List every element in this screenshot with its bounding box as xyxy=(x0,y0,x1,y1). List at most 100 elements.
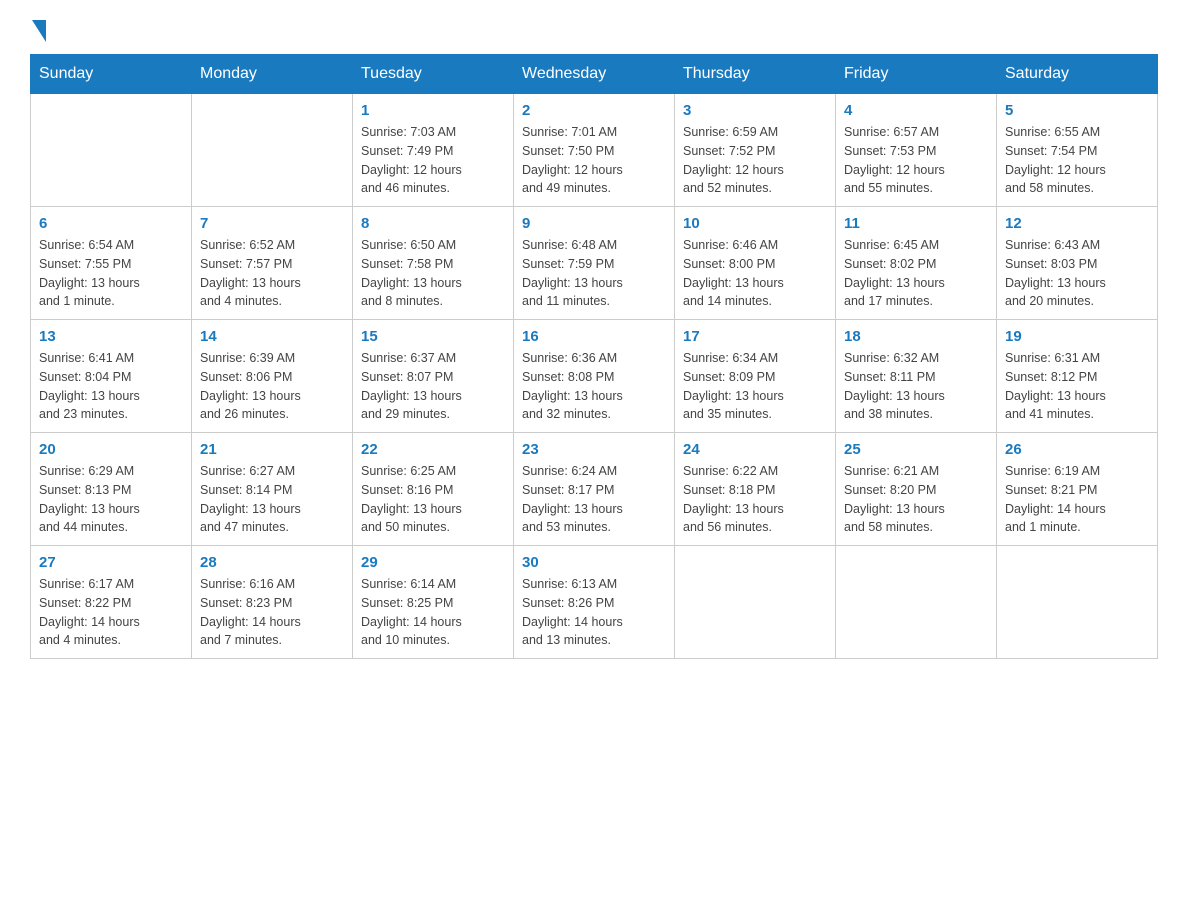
day-info: Sunrise: 6:31 AMSunset: 8:12 PMDaylight:… xyxy=(1005,349,1149,424)
day-number: 6 xyxy=(39,215,183,232)
day-info: Sunrise: 6:54 AMSunset: 7:55 PMDaylight:… xyxy=(39,236,183,311)
day-number: 15 xyxy=(361,328,505,345)
col-saturday: Saturday xyxy=(997,55,1158,94)
calendar-cell: 19 Sunrise: 6:31 AMSunset: 8:12 PMDayligh… xyxy=(997,320,1158,433)
day-number: 21 xyxy=(200,441,344,458)
calendar-cell: 17 Sunrise: 6:34 AMSunset: 8:09 PMDayligh… xyxy=(675,320,836,433)
col-thursday: Thursday xyxy=(675,55,836,94)
col-wednesday: Wednesday xyxy=(514,55,675,94)
day-info: Sunrise: 6:27 AMSunset: 8:14 PMDaylight:… xyxy=(200,462,344,537)
day-number: 20 xyxy=(39,441,183,458)
calendar-cell: 30 Sunrise: 6:13 AMSunset: 8:26 PMDayligh… xyxy=(514,546,675,659)
calendar-week-row: 13 Sunrise: 6:41 AMSunset: 8:04 PMDayligh… xyxy=(31,320,1158,433)
calendar-cell: 21 Sunrise: 6:27 AMSunset: 8:14 PMDayligh… xyxy=(192,433,353,546)
day-info: Sunrise: 6:48 AMSunset: 7:59 PMDaylight:… xyxy=(522,236,666,311)
day-number: 13 xyxy=(39,328,183,345)
day-info: Sunrise: 6:36 AMSunset: 8:08 PMDaylight:… xyxy=(522,349,666,424)
calendar-cell: 3Sunrise: 6:59 AMSunset: 7:52 PMDaylight… xyxy=(675,94,836,207)
day-info: Sunrise: 6:25 AMSunset: 8:16 PMDaylight:… xyxy=(361,462,505,537)
day-info: Sunrise: 6:34 AMSunset: 8:09 PMDaylight:… xyxy=(683,349,827,424)
col-friday: Friday xyxy=(836,55,997,94)
day-info: Sunrise: 6:13 AMSunset: 8:26 PMDaylight:… xyxy=(522,575,666,650)
calendar-cell: 12 Sunrise: 6:43 AMSunset: 8:03 PMDayligh… xyxy=(997,207,1158,320)
calendar-cell xyxy=(192,94,353,207)
calendar-cell: 1 Sunrise: 7:03 AMSunset: 7:49 PMDaylight… xyxy=(353,94,514,207)
day-info: Sunrise: 6:37 AMSunset: 8:07 PMDaylight:… xyxy=(361,349,505,424)
calendar-cell: 13 Sunrise: 6:41 AMSunset: 8:04 PMDayligh… xyxy=(31,320,192,433)
day-number: 2 xyxy=(522,102,666,119)
day-info: Sunrise: 6:39 AMSunset: 8:06 PMDaylight:… xyxy=(200,349,344,424)
day-info: Sunrise: 6:32 AMSunset: 8:11 PMDaylight:… xyxy=(844,349,988,424)
day-number: 14 xyxy=(200,328,344,345)
calendar-cell: 15 Sunrise: 6:37 AMSunset: 8:07 PMDayligh… xyxy=(353,320,514,433)
day-number: 17 xyxy=(683,328,827,345)
day-info: Sunrise: 6:41 AMSunset: 8:04 PMDaylight:… xyxy=(39,349,183,424)
day-info: Sunrise: 6:57 AMSunset: 7:53 PMDaylight:… xyxy=(844,123,988,198)
calendar-cell: 7 Sunrise: 6:52 AMSunset: 7:57 PMDaylight… xyxy=(192,207,353,320)
day-info: Sunrise: 7:01 AMSunset: 7:50 PMDaylight:… xyxy=(522,123,666,198)
calendar-cell: 28Sunrise: 6:16 AMSunset: 8:23 PMDayligh… xyxy=(192,546,353,659)
day-info: Sunrise: 6:17 AMSunset: 8:22 PMDaylight:… xyxy=(39,575,183,650)
day-number: 8 xyxy=(361,215,505,232)
calendar-cell: 5 Sunrise: 6:55 AMSunset: 7:54 PMDaylight… xyxy=(997,94,1158,207)
calendar-cell: 2 Sunrise: 7:01 AMSunset: 7:50 PMDaylight… xyxy=(514,94,675,207)
calendar-cell xyxy=(997,546,1158,659)
calendar-cell xyxy=(836,546,997,659)
calendar-cell: 6 Sunrise: 6:54 AMSunset: 7:55 PMDaylight… xyxy=(31,207,192,320)
day-number: 1 xyxy=(361,102,505,119)
day-info: Sunrise: 6:45 AMSunset: 8:02 PMDaylight:… xyxy=(844,236,988,311)
day-number: 25 xyxy=(844,441,988,458)
logo-arrow-icon xyxy=(32,20,46,42)
col-sunday: Sunday xyxy=(31,55,192,94)
col-monday: Monday xyxy=(192,55,353,94)
calendar-table: Sunday Monday Tuesday Wednesday Thursday… xyxy=(30,54,1158,659)
calendar-week-row: 1 Sunrise: 7:03 AMSunset: 7:49 PMDaylight… xyxy=(31,94,1158,207)
day-number: 10 xyxy=(683,215,827,232)
day-number: 22 xyxy=(361,441,505,458)
calendar-cell: 4Sunrise: 6:57 AMSunset: 7:53 PMDaylight… xyxy=(836,94,997,207)
page-header xyxy=(30,20,1158,34)
day-number: 24 xyxy=(683,441,827,458)
day-number: 7 xyxy=(200,215,344,232)
day-number: 18 xyxy=(844,328,988,345)
day-info: Sunrise: 6:21 AMSunset: 8:20 PMDaylight:… xyxy=(844,462,988,537)
day-number: 27 xyxy=(39,554,183,571)
col-tuesday: Tuesday xyxy=(353,55,514,94)
calendar-cell: 26Sunrise: 6:19 AMSunset: 8:21 PMDayligh… xyxy=(997,433,1158,546)
calendar-cell: 16Sunrise: 6:36 AMSunset: 8:08 PMDayligh… xyxy=(514,320,675,433)
calendar-cell: 20 Sunrise: 6:29 AMSunset: 8:13 PMDayligh… xyxy=(31,433,192,546)
day-number: 26 xyxy=(1005,441,1149,458)
day-number: 28 xyxy=(200,554,344,571)
day-info: Sunrise: 6:50 AMSunset: 7:58 PMDaylight:… xyxy=(361,236,505,311)
calendar-header-row: Sunday Monday Tuesday Wednesday Thursday… xyxy=(31,55,1158,94)
day-number: 23 xyxy=(522,441,666,458)
day-number: 9 xyxy=(522,215,666,232)
calendar-cell: 10Sunrise: 6:46 AMSunset: 8:00 PMDayligh… xyxy=(675,207,836,320)
day-info: Sunrise: 6:43 AMSunset: 8:03 PMDaylight:… xyxy=(1005,236,1149,311)
day-number: 30 xyxy=(522,554,666,571)
day-number: 5 xyxy=(1005,102,1149,119)
day-info: Sunrise: 6:24 AMSunset: 8:17 PMDaylight:… xyxy=(522,462,666,537)
day-number: 29 xyxy=(361,554,505,571)
day-number: 3 xyxy=(683,102,827,119)
calendar-cell: 24 Sunrise: 6:22 AMSunset: 8:18 PMDayligh… xyxy=(675,433,836,546)
logo xyxy=(30,20,46,34)
calendar-cell: 23 Sunrise: 6:24 AMSunset: 8:17 PMDayligh… xyxy=(514,433,675,546)
calendar-cell: 27 Sunrise: 6:17 AMSunset: 8:22 PMDayligh… xyxy=(31,546,192,659)
calendar-week-row: 27 Sunrise: 6:17 AMSunset: 8:22 PMDayligh… xyxy=(31,546,1158,659)
day-number: 11 xyxy=(844,215,988,232)
day-info: Sunrise: 6:52 AMSunset: 7:57 PMDaylight:… xyxy=(200,236,344,311)
day-number: 12 xyxy=(1005,215,1149,232)
calendar-cell: 11 Sunrise: 6:45 AMSunset: 8:02 PMDayligh… xyxy=(836,207,997,320)
day-number: 19 xyxy=(1005,328,1149,345)
day-info: Sunrise: 6:29 AMSunset: 8:13 PMDaylight:… xyxy=(39,462,183,537)
day-info: Sunrise: 6:22 AMSunset: 8:18 PMDaylight:… xyxy=(683,462,827,537)
calendar-cell: 18 Sunrise: 6:32 AMSunset: 8:11 PMDayligh… xyxy=(836,320,997,433)
calendar-week-row: 20 Sunrise: 6:29 AMSunset: 8:13 PMDayligh… xyxy=(31,433,1158,546)
calendar-cell: 8 Sunrise: 6:50 AMSunset: 7:58 PMDaylight… xyxy=(353,207,514,320)
day-info: Sunrise: 6:14 AMSunset: 8:25 PMDaylight:… xyxy=(361,575,505,650)
calendar-week-row: 6 Sunrise: 6:54 AMSunset: 7:55 PMDaylight… xyxy=(31,207,1158,320)
day-info: Sunrise: 6:55 AMSunset: 7:54 PMDaylight:… xyxy=(1005,123,1149,198)
day-info: Sunrise: 7:03 AMSunset: 7:49 PMDaylight:… xyxy=(361,123,505,198)
calendar-cell: 14 Sunrise: 6:39 AMSunset: 8:06 PMDayligh… xyxy=(192,320,353,433)
